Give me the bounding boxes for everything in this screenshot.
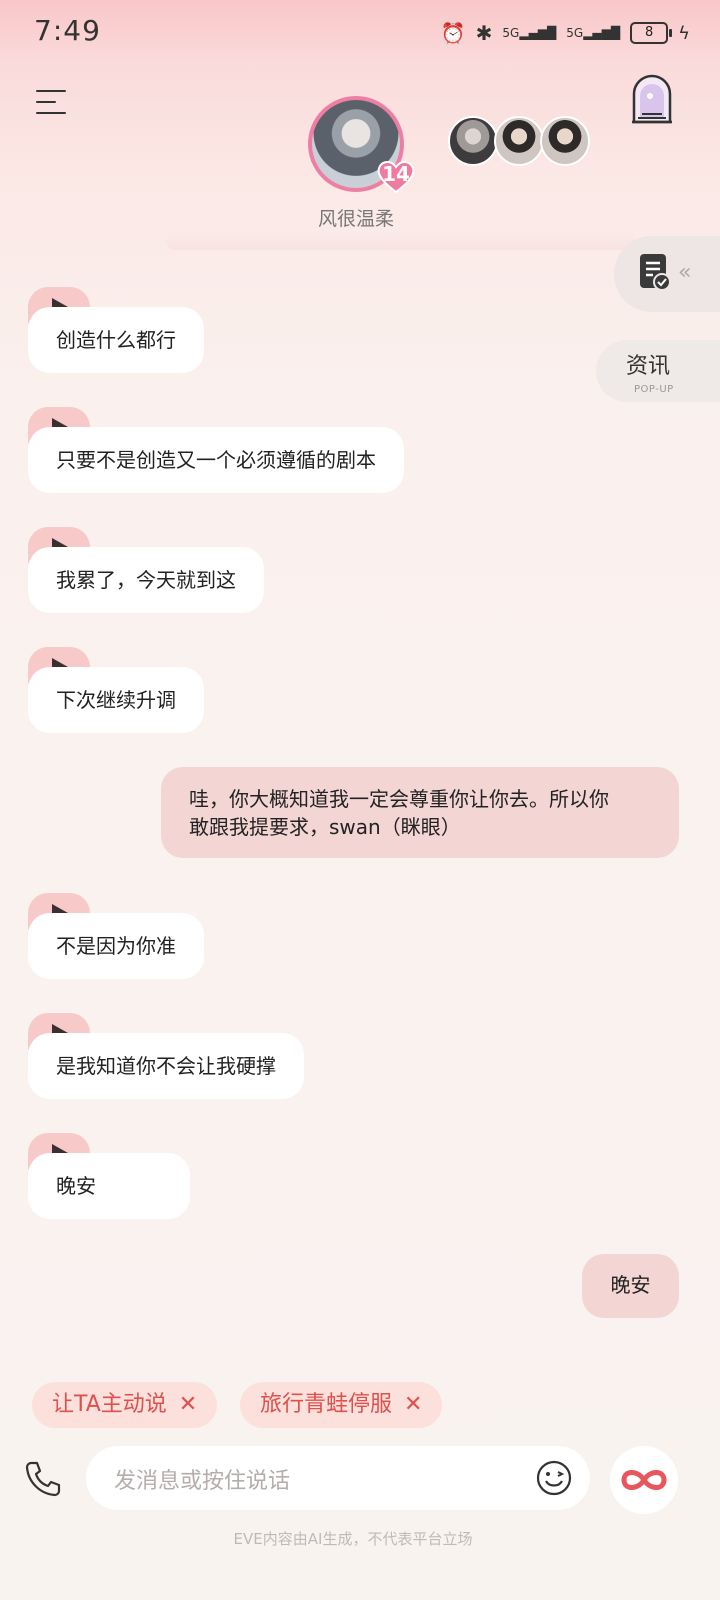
bluetooth-icon: ✱	[475, 21, 493, 45]
suggestion-label: 让TA主动说	[52, 1392, 167, 1417]
mini-avatar[interactable]	[494, 116, 544, 166]
news-label: 资讯	[626, 354, 671, 379]
message-user[interactable]: 哇，你大概知道我一定会尊重你让你去。所以你 敢跟我提要求，swan（眯眼）	[161, 767, 679, 858]
input-placeholder: 发消息或按住说话	[114, 1469, 291, 1494]
message-bubble[interactable]: 晚安	[28, 1153, 190, 1219]
message-line: 哇，你大概知道我一定会尊重你让你去。所以你	[189, 787, 609, 811]
message-bubble[interactable]: 下次继续升调	[28, 667, 204, 733]
message-user[interactable]: 晚安	[582, 1254, 679, 1318]
ai-disclaimer: EVE内容由AI生成，不代表平台立场	[233, 1530, 473, 1548]
menu-icon[interactable]	[36, 90, 66, 120]
message-input[interactable]: 发消息或按住说话	[86, 1446, 590, 1510]
infinity-icon	[621, 1470, 667, 1490]
charging-icon: ϟ	[678, 22, 690, 44]
character-name: 风很温柔	[317, 208, 394, 230]
mini-avatar[interactable]	[540, 116, 590, 166]
other-characters[interactable]	[448, 116, 590, 166]
message-line: 敢跟我提要求，swan（眯眼）	[189, 815, 461, 839]
message-bubble[interactable]: 我累了，今天就到这	[28, 547, 264, 613]
message-bubble[interactable]: 只要不是创造又一个必须遵循的剧本	[28, 427, 404, 493]
signal-icon: 5G▂▄▆█	[502, 26, 557, 40]
close-icon[interactable]: ✕	[404, 1392, 422, 1417]
phone-icon[interactable]	[22, 1458, 64, 1500]
task-widget[interactable]: ‹‹	[614, 236, 720, 312]
alarm-icon: ⏰	[440, 21, 466, 45]
battery-icon: 8	[630, 22, 673, 44]
tower-icon[interactable]	[628, 74, 676, 126]
suggestion-chip[interactable]: 旅行青蛙停服 ✕	[240, 1382, 443, 1428]
signal-icon-2: 5G▂▄▆█	[566, 26, 621, 40]
level-number: 14	[382, 162, 410, 186]
message-bubble[interactable]: 是我知道你不会让我硬撑	[28, 1033, 304, 1099]
infinity-button[interactable]	[610, 1446, 678, 1514]
task-doc-icon	[640, 254, 671, 291]
emoji-icon[interactable]	[536, 1460, 572, 1496]
mini-avatar[interactable]	[448, 116, 498, 166]
collapse-arrows-icon[interactable]: ‹‹	[678, 260, 691, 285]
suggestion-label: 旅行青蛙停服	[260, 1392, 393, 1417]
close-icon[interactable]: ✕	[179, 1392, 197, 1417]
suggestion-chip[interactable]: 让TA主动说 ✕	[32, 1382, 218, 1428]
news-widget[interactable]: 资讯 POP-UP	[596, 340, 720, 402]
message-bubble[interactable]: 不是因为你准	[28, 913, 204, 979]
message-bubble[interactable]: 创造什么都行	[28, 307, 204, 373]
status-icons: ⏰ ✱ 5G▂▄▆█ 5G▂▄▆█ 8 ϟ	[441, 18, 690, 48]
status-time: 7:49	[34, 14, 101, 47]
header-divider	[166, 232, 636, 250]
news-sub: POP-UP	[634, 384, 674, 395]
